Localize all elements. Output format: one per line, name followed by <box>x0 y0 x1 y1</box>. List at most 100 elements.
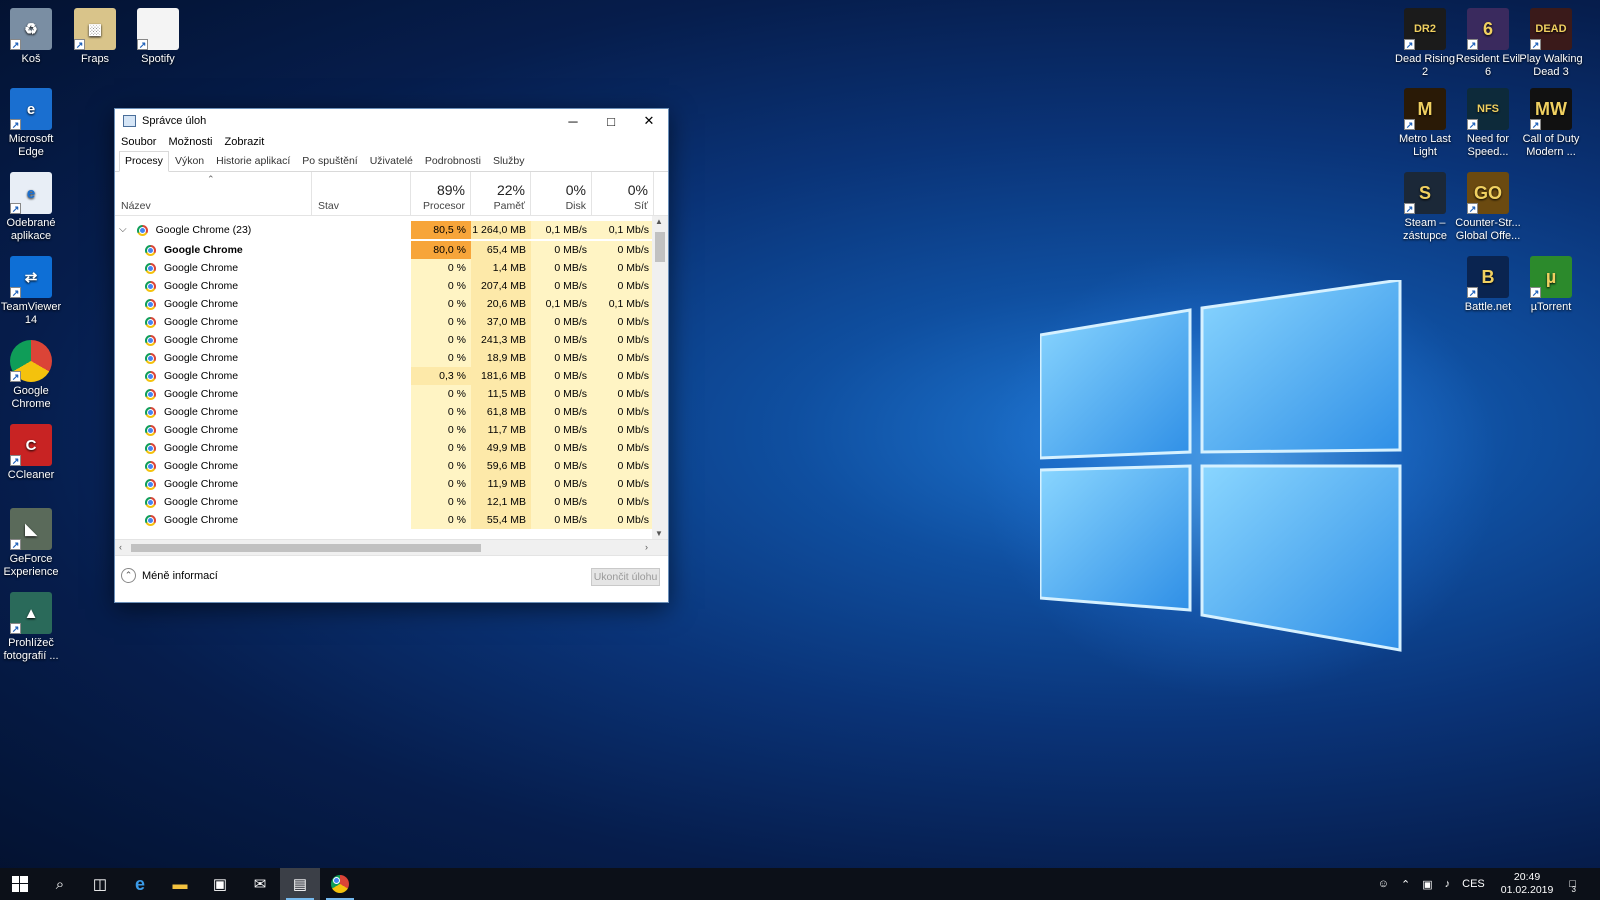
table-row[interactable]: Google Chrome 0 % 37,0 MB 0 MB/s 0 Mb/s <box>115 313 654 331</box>
scroll-right-icon[interactable]: › <box>645 542 648 552</box>
column-network[interactable]: 0% Síť <box>592 172 654 216</box>
hscroll-thumb[interactable] <box>131 544 481 552</box>
clock[interactable]: 20:49 01.02.2019 <box>1501 871 1554 897</box>
title-bar[interactable]: Správce úloh ─ □ ✕ <box>115 109 668 133</box>
column-cpu[interactable]: 89% Procesor <box>411 172 471 216</box>
desktop-game-6[interactable]: S ↗ Steam – zástupce <box>1391 172 1459 243</box>
desktop-photo-viewer[interactable]: ▲ ↗ Prohlížeč fotografií ... <box>0 592 65 663</box>
taskbar-chrome-icon[interactable] <box>320 868 360 900</box>
close-icon[interactable]: ✕ <box>630 109 668 133</box>
scroll-up-icon[interactable]: ▲ <box>655 217 663 226</box>
table-row[interactable]: Google Chrome 0 % 49,9 MB 0 MB/s 0 Mb/s <box>115 439 654 457</box>
desktop-recycle-bin[interactable]: ♻ ↗ Koš <box>0 8 65 66</box>
tab-sluzby[interactable]: Služby <box>487 151 531 172</box>
volume-icon[interactable]: ♪ <box>1445 878 1451 890</box>
tab-historie-aplikaci[interactable]: Historie aplikací <box>210 151 296 172</box>
process-name-text: Google Chrome <box>164 406 239 418</box>
tab-po-spusteni[interactable]: Po spuštění <box>296 151 363 172</box>
table-row[interactable]: Google Chrome 0 % 59,6 MB 0 MB/s 0 Mb/s <box>115 457 654 475</box>
desktop-game-3[interactable]: M ↗ Metro Last Light <box>1391 88 1459 159</box>
table-row[interactable]: Google Chrome 0 % 12,1 MB 0 MB/s 0 Mb/s <box>115 493 654 511</box>
tab-vykon[interactable]: Výkon <box>169 151 210 172</box>
desktop-game-0[interactable]: DR2 ↗ Dead Rising 2 <box>1391 8 1459 79</box>
desktop-game-8[interactable]: B ↗ Battle.net <box>1454 256 1522 314</box>
table-row[interactable]: Google Chrome 80,0 % 65,4 MB 0 MB/s 0 Mb/s <box>115 241 654 259</box>
tray-expand-icon[interactable]: ⌃ <box>1401 878 1410 891</box>
column-header: ⌃ Název Stav 89% Procesor 22% Paměť 0% D… <box>115 172 668 216</box>
menu-moznosti[interactable]: Možnosti <box>168 136 212 148</box>
desktop-game-2[interactable]: DEAD ↗ Play Walking Dead 3 <box>1517 8 1585 79</box>
table-row[interactable]: Google Chrome 0 % 55,4 MB 0 MB/s 0 Mb/s <box>115 511 654 529</box>
table-row[interactable]: Google Chrome 0 % 1,4 MB 0 MB/s 0 Mb/s <box>115 259 654 277</box>
people-icon[interactable]: ☺ <box>1378 878 1389 890</box>
desktop-game-4[interactable]: NFS ↗ Need for Speed... <box>1454 88 1522 159</box>
desktop-game-9[interactable]: µ ↗ µTorrent <box>1517 256 1585 314</box>
language-indicator[interactable]: CES <box>1462 878 1485 890</box>
network-icon[interactable]: ▣ <box>1422 878 1432 891</box>
table-row[interactable]: Google Chrome 0 % 11,5 MB 0 MB/s 0 Mb/s <box>115 385 654 403</box>
task-view-icon[interactable]: ◫ <box>80 868 120 900</box>
action-center-icon[interactable]: □ 3 <box>1569 878 1576 894</box>
mail-icon[interactable]: ✉ <box>240 868 280 900</box>
start-button[interactable] <box>0 868 40 900</box>
table-row[interactable]: Google Chrome 0 % 207,4 MB 0 MB/s 0 Mb/s <box>115 277 654 295</box>
cell-network: 0 Mb/s <box>592 367 654 385</box>
collapse-up-icon[interactable]: ⌃ <box>121 568 136 583</box>
table-row[interactable]: Google Chrome 0 % 61,8 MB 0 MB/s 0 Mb/s <box>115 403 654 421</box>
chrome-icon <box>145 388 156 400</box>
scroll-left-icon[interactable]: ‹ <box>119 542 122 552</box>
column-memory[interactable]: 22% Paměť <box>471 172 531 216</box>
column-name[interactable]: ⌃ Název <box>115 172 312 216</box>
task-manager-window[interactable]: Správce úloh ─ □ ✕ Soubor Možnosti Zobra… <box>114 108 669 603</box>
desktop-teamviewer[interactable]: ⇄ ↗ TeamViewer 14 <box>0 256 65 327</box>
end-task-button[interactable]: Ukončit úlohu <box>591 568 660 586</box>
maximize-icon[interactable]: □ <box>592 109 630 133</box>
desktop-ccleaner[interactable]: C ↗ CCleaner <box>0 424 65 482</box>
taskbar-edge-icon[interactable]: e <box>120 868 160 900</box>
desktop-chrome[interactable]: ↗ Google Chrome <box>0 340 65 411</box>
minimize-icon[interactable]: ─ <box>554 109 592 133</box>
tab-procesy[interactable]: Procesy <box>119 151 169 172</box>
process-group-row[interactable]: ⌵ Google Chrome (23) 80,5 % 1 264,0 MB 0,1 M… <box>115 221 654 239</box>
expand-chevron-icon[interactable]: ⌵ <box>119 221 127 239</box>
search-icon[interactable]: ⌕ <box>40 868 80 900</box>
desktop-game-1[interactable]: 6 ↗ Resident Evil 6 <box>1454 8 1522 79</box>
desktop-chrome-icon: ↗ <box>10 340 52 382</box>
desktop-fraps[interactable]: ▩ ↗ Fraps <box>61 8 129 66</box>
process-name: Google Chrome <box>145 313 238 331</box>
vertical-scrollbar[interactable]: ▲ ▼ <box>652 216 668 539</box>
scroll-thumb[interactable] <box>655 232 665 262</box>
desktop-game-9-label: µTorrent <box>1530 301 1572 313</box>
desktop-geforce[interactable]: ◣ ↗ GeForce Experience <box>0 508 65 579</box>
table-row[interactable]: Google Chrome 0 % 11,7 MB 0 MB/s 0 Mb/s <box>115 421 654 439</box>
process-name: Google Chrome <box>145 475 238 493</box>
table-row[interactable]: Google Chrome 0 % 11,9 MB 0 MB/s 0 Mb/s <box>115 475 654 493</box>
cell-memory: 59,6 MB <box>471 457 531 475</box>
scroll-down-icon[interactable]: ▼ <box>655 529 663 538</box>
tab-podrobnosti[interactable]: Podrobnosti <box>419 151 487 172</box>
table-row[interactable]: Google Chrome 0,3 % 181,6 MB 0 MB/s 0 Mb/s <box>115 367 654 385</box>
desktop-game-5[interactable]: MW ↗ Call of Duty Modern ... <box>1517 88 1585 159</box>
column-disk[interactable]: 0% Disk <box>531 172 592 216</box>
desktop-edge-doc[interactable]: e ↗ Odebrané aplikace <box>0 172 65 243</box>
shortcut-arrow-icon: ↗ <box>1530 287 1541 298</box>
less-info-link[interactable]: Méně informací <box>142 570 218 582</box>
table-row[interactable]: Google Chrome 0 % 18,9 MB 0 MB/s 0 Mb/s <box>115 349 654 367</box>
file-explorer-icon[interactable]: ▬ <box>160 868 200 900</box>
store-icon[interactable]: ▣ <box>200 868 240 900</box>
shortcut-arrow-icon: ↗ <box>1467 119 1478 130</box>
cell-cpu: 0 % <box>411 439 471 457</box>
column-status[interactable]: Stav <box>312 172 411 216</box>
table-row[interactable]: Google Chrome 0 % 20,6 MB 0,1 MB/s 0,1 Mb/s <box>115 295 654 313</box>
chrome-icon <box>145 334 156 346</box>
desktop-edge[interactable]: e ↗ Microsoft Edge <box>0 88 65 159</box>
cell-memory: 18,9 MB <box>471 349 531 367</box>
table-row[interactable]: Google Chrome 0 % 241,3 MB 0 MB/s 0 Mb/s <box>115 331 654 349</box>
menu-soubor[interactable]: Soubor <box>121 136 156 148</box>
menu-zobrazit[interactable]: Zobrazit <box>225 136 265 148</box>
desktop-spotify[interactable]: ↗ Spotify <box>124 8 192 66</box>
taskbar-task-manager-icon[interactable]: ▤ <box>280 868 320 900</box>
horizontal-scrollbar[interactable]: ‹ › <box>115 539 668 555</box>
desktop-game-7[interactable]: GO ↗ Counter-Str... Global Offe... <box>1454 172 1522 243</box>
tab-uzivatele[interactable]: Uživatelé <box>364 151 419 172</box>
